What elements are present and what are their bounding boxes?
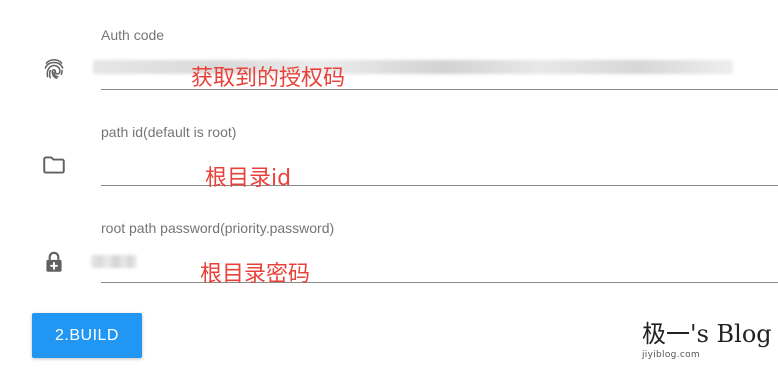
build-form-page: Auth code 获取到的授权码 path id(default is roo… xyxy=(0,0,778,375)
blog-watermark: 极一's Blog jiyiblog.com xyxy=(642,320,772,360)
root-password-label: root path password(priority.password) xyxy=(101,220,335,236)
root-password-annotation: 根目录密码 xyxy=(200,262,311,287)
lock-plus-icon xyxy=(40,248,68,276)
build-button[interactable]: 2.BUILD xyxy=(32,313,142,358)
redacted-value xyxy=(91,255,137,268)
watermark-title: 极一's Blog xyxy=(642,320,772,348)
watermark-url: jiyiblog.com xyxy=(642,350,700,360)
root-password-field: root path password(priority.password) 根目… xyxy=(0,0,778,290)
